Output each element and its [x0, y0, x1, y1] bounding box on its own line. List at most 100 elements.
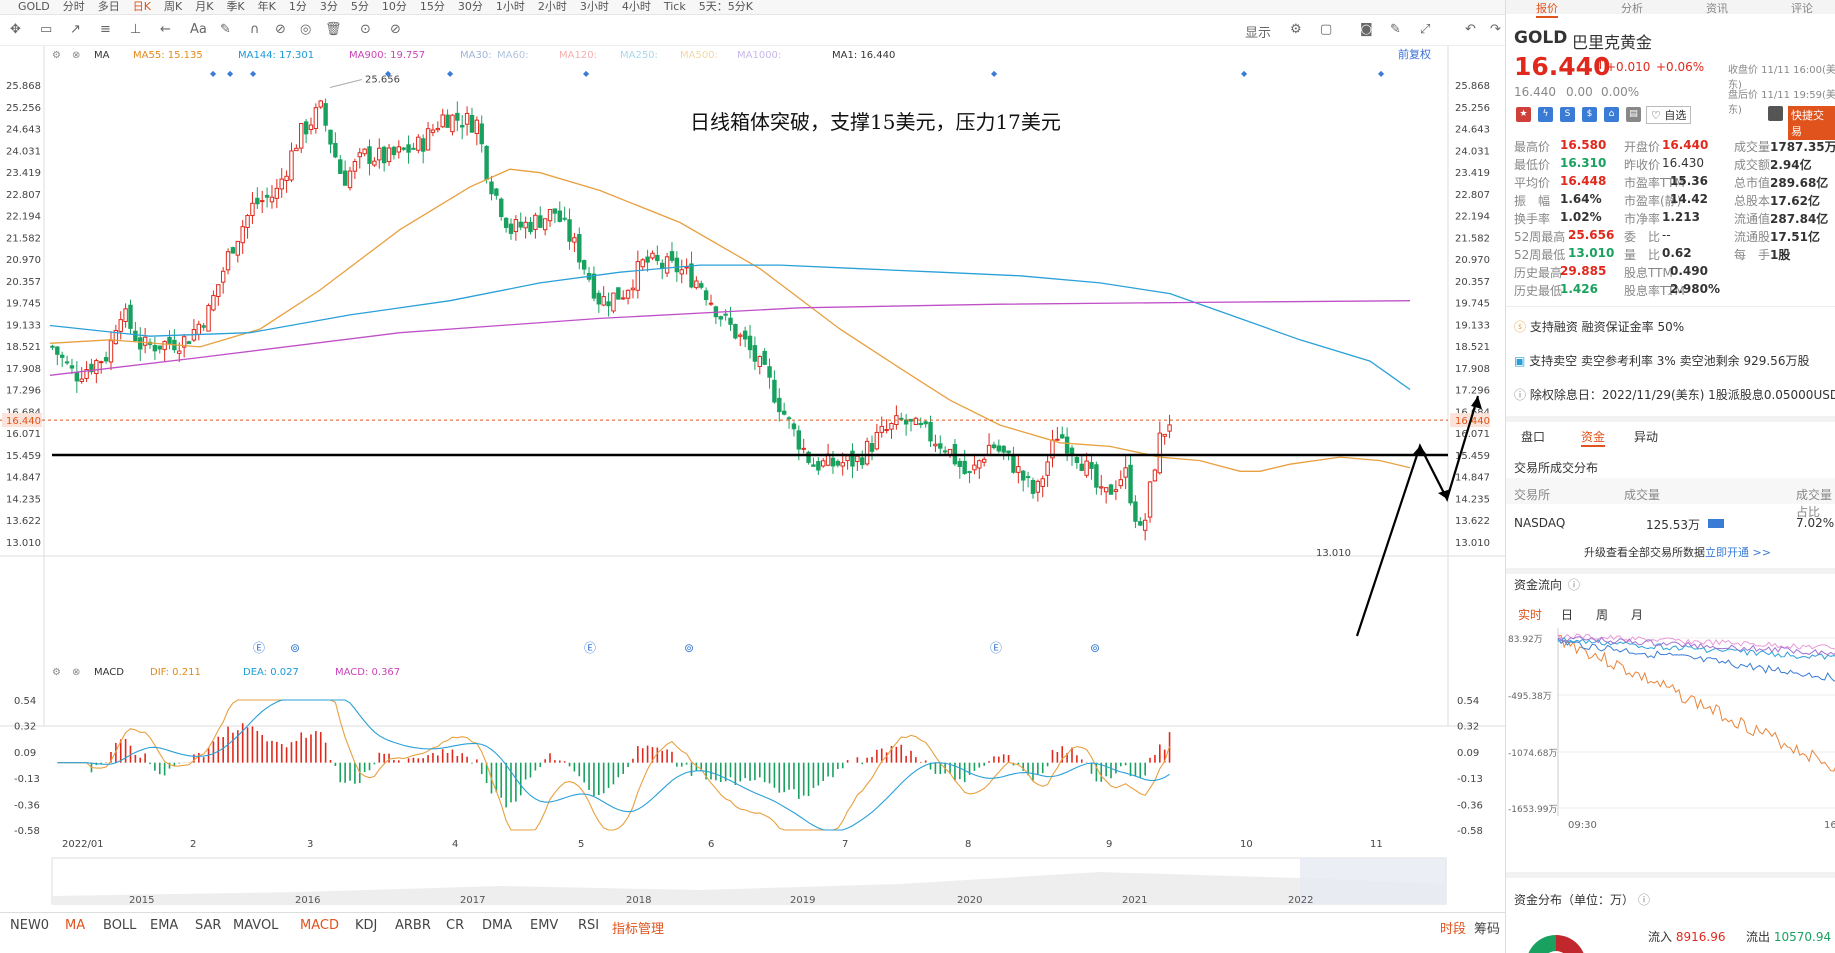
timeframe-13[interactable]: 30分	[458, 1, 483, 13]
indicator-tab-rsi[interactable]: RSI	[578, 918, 599, 933]
tab-news[interactable]: 资讯	[1706, 0, 1728, 16]
hide-icon[interactable]: ⊘	[390, 22, 401, 37]
rectangle-tool-icon[interactable]: ▭	[40, 22, 52, 37]
candle-body	[411, 147, 416, 150]
magnet-icon[interactable]: ∩	[250, 22, 260, 37]
indicator-tab-mavol[interactable]: MAVOL	[233, 918, 278, 933]
margin-note-text: 支持融资 融资保证金率 50%	[1529, 320, 1685, 334]
indicator-tab-ma[interactable]: MA	[65, 918, 85, 933]
candlestick-chart[interactable]: ⚙ ⊗ MA MA55: 15.135 MA144: 17.301 MA900: 19.7…	[0, 46, 1505, 906]
timeframe-18[interactable]: Tick	[664, 1, 686, 13]
ruler-tool-icon[interactable]: ⊥	[130, 22, 141, 37]
indicator-tab-cr[interactable]: CR	[446, 918, 464, 933]
indicator-tab-emv[interactable]: EMV	[530, 918, 558, 933]
timeframe-10[interactable]: 5分	[351, 1, 369, 13]
text-tool-icon[interactable]: Aa	[190, 22, 207, 37]
settings-icon[interactable]: ⚙	[1290, 22, 1302, 37]
timeframe-1[interactable]: 分时	[63, 1, 85, 13]
timeframe-9[interactable]: 3分	[320, 1, 338, 13]
bell-icon[interactable]	[1768, 106, 1783, 121]
flow-tab-week[interactable]: 周	[1596, 606, 1608, 623]
timeframe-15[interactable]: 2小时	[538, 1, 567, 13]
eye-icon[interactable]: ⊙	[360, 22, 371, 37]
candle-body	[508, 223, 514, 234]
camera-icon[interactable]: ◙	[1360, 22, 1373, 37]
indicator-tab-dma[interactable]: DMA	[482, 918, 512, 933]
candle-body	[986, 444, 992, 456]
lightning-icon: ϟ	[1538, 107, 1553, 122]
timeframe-6[interactable]: 季K	[226, 1, 244, 13]
timeframe-19[interactable]: 5天：5分K	[699, 1, 753, 13]
quick-trade-button[interactable]: 快捷交易	[1788, 106, 1835, 140]
timeframe-2[interactable]: 多日	[98, 1, 120, 13]
tab-comments[interactable]: 评论	[1791, 0, 1813, 16]
y-tick-left: 18.521	[6, 342, 41, 353]
line-tool-icon[interactable]: ↗	[70, 22, 81, 37]
trash-icon[interactable]: 🗑	[325, 22, 342, 37]
flow-tab-day[interactable]: 日	[1561, 606, 1573, 623]
indicator-tab-macd[interactable]: MACD	[300, 918, 339, 933]
timeframe-8[interactable]: 1分	[289, 1, 307, 13]
tab-analysis[interactable]: 分析	[1621, 0, 1643, 16]
price-change-pct: +0.06%	[1656, 60, 1705, 74]
flow-info-icon[interactable]: ⓘ	[1568, 576, 1580, 593]
timeframe-11[interactable]: 10分	[382, 1, 407, 13]
timeframe-14[interactable]: 1小时	[496, 1, 525, 13]
macd-pane: ⚙ ⊗ MACD DIF: 0.211 DEA: 0.027 MACD: 0.367 0.5…	[14, 667, 1483, 837]
indicator-tab-new0[interactable]: NEW0	[10, 918, 49, 933]
flow-title: 资金流向	[1514, 578, 1563, 592]
subtab-orderbook[interactable]: 盘口	[1521, 428, 1545, 445]
y-tick-left: 20.357	[6, 277, 41, 288]
y-tick-left: 17.296	[6, 386, 41, 397]
display-settings-label[interactable]: 显示	[1245, 22, 1271, 41]
chips-tab[interactable]: 筹码	[1474, 918, 1500, 937]
y-tick-left: 19.133	[6, 320, 41, 331]
lock-icon[interactable]: ⊘	[275, 22, 286, 37]
arrow-tool-icon[interactable]: ←	[160, 22, 171, 37]
timeframe-0[interactable]: GOLD	[18, 1, 50, 13]
timeframe-7[interactable]: 年K	[258, 1, 276, 13]
indicator-tab-ema[interactable]: EMA	[150, 918, 178, 933]
candle-body	[108, 340, 114, 363]
brush-tool-icon[interactable]: ✎	[220, 22, 231, 37]
close-icon: ⊗	[72, 50, 80, 61]
subtab-moves[interactable]: 异动	[1634, 428, 1658, 445]
flow-tab-month[interactable]: 月	[1631, 606, 1643, 623]
expand-icon[interactable]: ⌃	[1666, 292, 1674, 303]
layout-icon[interactable]: ▢	[1320, 22, 1332, 37]
dist-info-icon[interactable]: ⓘ	[1638, 891, 1650, 908]
redo-icon[interactable]: ↷	[1490, 22, 1501, 37]
stat-label: 市净率	[1624, 212, 1661, 226]
indicator-tab-arbr[interactable]: ARBR	[395, 918, 431, 933]
tab-quote[interactable]: 报价	[1536, 0, 1558, 18]
macd-ytick-left: 0.09	[14, 748, 36, 759]
fib-tool-icon[interactable]: ≡	[100, 22, 111, 37]
timeframe-16[interactable]: 3小时	[580, 1, 609, 13]
candle-body	[689, 263, 694, 288]
fullscreen-icon[interactable]: ⤢	[1420, 22, 1430, 37]
flow-tab-realtime[interactable]: 实时	[1518, 606, 1542, 623]
timeframe-5[interactable]: 月K	[195, 1, 213, 13]
timeframe-4[interactable]: 周K	[164, 1, 182, 13]
undo-icon[interactable]: ↶	[1465, 22, 1476, 37]
add-watch-label: 自选	[1664, 109, 1687, 122]
layers-icon[interactable]: ◎	[300, 22, 311, 37]
session-tab[interactable]: 时段	[1440, 918, 1466, 937]
timeframe-3[interactable]: 日K	[133, 1, 151, 13]
add-watchlist-button[interactable]: ♡ 自选	[1646, 106, 1692, 124]
crosshair-icon[interactable]: ✥	[10, 22, 21, 37]
pen-icon[interactable]: ✎	[1390, 22, 1401, 37]
indicator-tab-指标管理[interactable]: 指标管理	[612, 918, 664, 937]
indicator-tab-kdj[interactable]: KDJ	[355, 918, 377, 933]
upgrade-link[interactable]: 立即开通 >>	[1705, 546, 1771, 559]
subtab-capital[interactable]: 资金	[1581, 428, 1606, 447]
indicator-tab-sar[interactable]: SAR	[195, 918, 221, 933]
timeframe-12[interactable]: 15分	[420, 1, 445, 13]
chart-area[interactable]: ⚙ ⊗ MA MA55: 15.135 MA144: 17.301 MA900: 19.7…	[0, 46, 1505, 906]
indicator-tab-boll[interactable]: BOLL	[103, 918, 136, 933]
candle-body	[538, 215, 543, 228]
candle-body	[313, 107, 319, 129]
candle-body	[1157, 432, 1163, 474]
candle-body	[879, 425, 884, 433]
timeframe-17[interactable]: 4小时	[622, 1, 651, 13]
